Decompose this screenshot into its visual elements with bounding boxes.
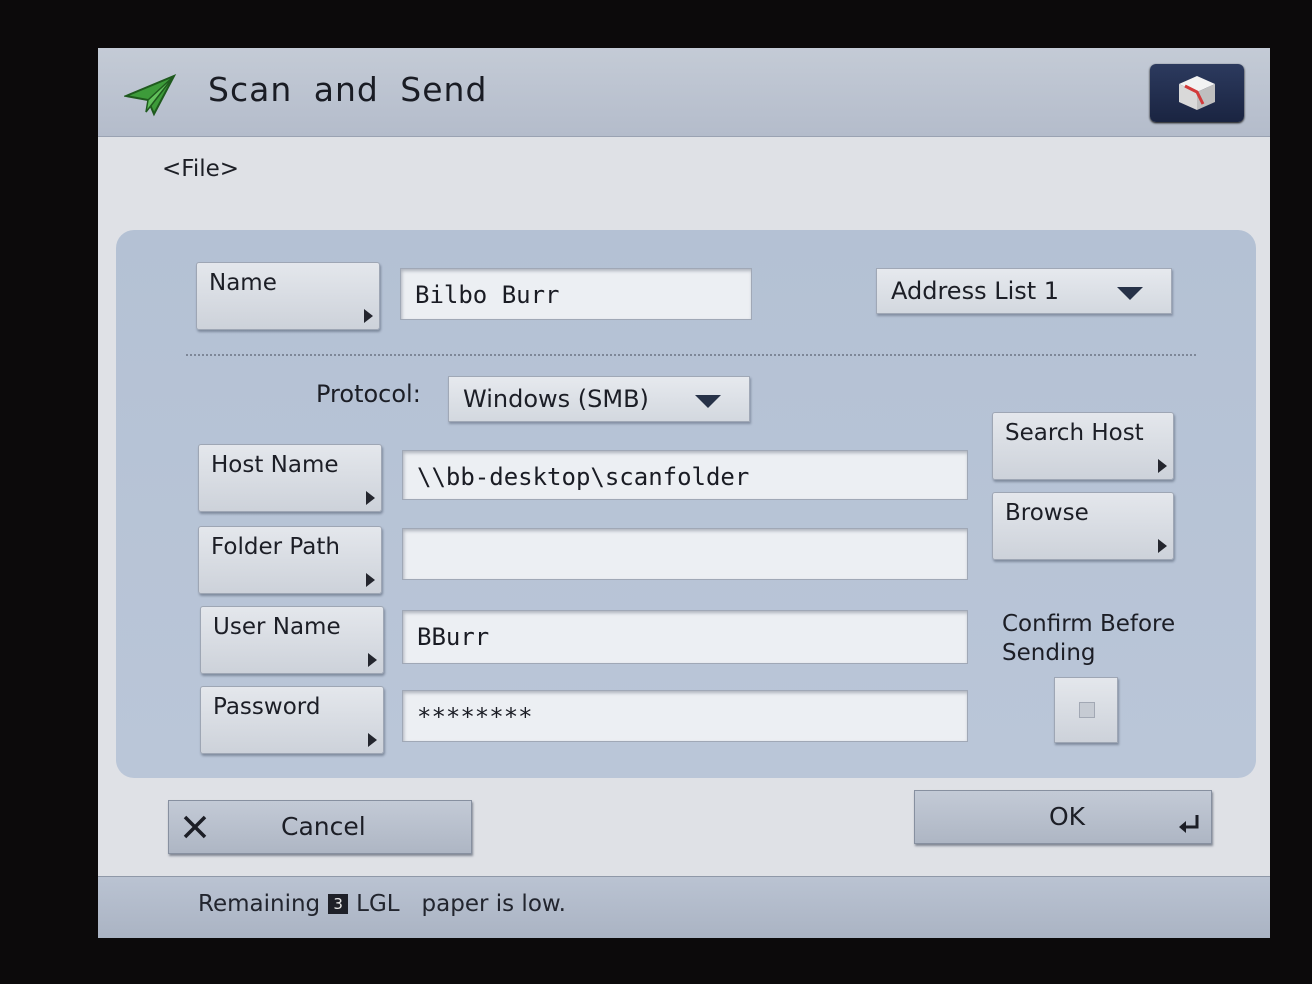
confirm-before-sending-checkbox[interactable] (1054, 677, 1118, 743)
host-name-label: Host Name (211, 452, 339, 478)
status-prefix: Remaining (198, 891, 321, 917)
settings-panel: Name Bilbo Burr Address List 1 Protocol:… (116, 230, 1256, 778)
password-button[interactable]: Password (200, 686, 384, 754)
cube-icon (1179, 76, 1215, 110)
cancel-button[interactable]: Cancel (168, 800, 472, 854)
folder-path-button[interactable]: Folder Path (198, 526, 382, 594)
send-arrow-icon (122, 72, 178, 118)
status-bar: Remaining 3 LGL paper is low. (98, 876, 1270, 938)
divider (186, 354, 1196, 356)
password-field[interactable]: ******** (402, 690, 968, 742)
user-name-button[interactable]: User Name (200, 606, 384, 674)
name-button[interactable]: Name (196, 262, 380, 330)
confirm-label-line2: Sending (1002, 640, 1096, 666)
screen: Scan and Send <File> Name Bilbo Burr Add… (98, 48, 1270, 938)
enter-icon (1179, 815, 1199, 833)
address-list-label: Address List 1 (891, 277, 1060, 305)
protocol-selected: Windows (SMB) (463, 385, 649, 413)
user-name-label: User Name (213, 614, 341, 640)
tray-number-badge: 3 (328, 894, 349, 914)
folder-path-field[interactable] (402, 528, 968, 580)
ok-label: OK (1049, 802, 1086, 831)
chevron-down-icon (695, 395, 721, 408)
arrow-right-icon (364, 309, 373, 323)
name-field[interactable]: Bilbo Burr (400, 268, 752, 320)
protocol-dropdown[interactable]: Windows (SMB) (448, 376, 750, 422)
corner-menu-button[interactable] (1150, 64, 1244, 122)
status-message: Remaining 3 LGL paper is low. (198, 891, 566, 917)
arrow-right-icon (366, 573, 375, 587)
title-bar: Scan and Send (98, 48, 1270, 137)
arrow-right-icon (1158, 459, 1167, 473)
host-name-field[interactable]: \\bb-desktop\scanfolder (402, 450, 968, 500)
password-label: Password (213, 694, 321, 720)
host-name-button[interactable]: Host Name (198, 444, 382, 512)
arrow-right-icon (1158, 539, 1167, 553)
name-button-label: Name (209, 270, 277, 296)
chevron-down-icon (1117, 287, 1143, 300)
close-icon (183, 815, 207, 839)
confirm-before-sending-label: Confirm Before Sending (1002, 610, 1175, 668)
status-paper: LGL (356, 891, 400, 917)
search-host-button[interactable]: Search Host (992, 412, 1174, 480)
page-title: Scan and Send (208, 70, 488, 109)
cancel-label: Cancel (281, 812, 366, 841)
arrow-right-icon (368, 733, 377, 747)
browse-button[interactable]: Browse (992, 492, 1174, 560)
subtitle-file: <File> (162, 156, 240, 182)
folder-path-label: Folder Path (211, 534, 340, 560)
ok-button[interactable]: OK (914, 790, 1212, 844)
protocol-label: Protocol: (316, 380, 421, 408)
confirm-label-line1: Confirm Before (1002, 611, 1176, 637)
checkbox-mark (1079, 702, 1095, 718)
search-host-label: Search Host (1005, 420, 1144, 446)
browse-label: Browse (1005, 500, 1089, 526)
address-list-dropdown[interactable]: Address List 1 (876, 268, 1172, 314)
status-text-message: paper is low. (421, 891, 566, 917)
arrow-right-icon (368, 653, 377, 667)
user-name-field[interactable]: BBurr (402, 610, 968, 664)
arrow-right-icon (366, 491, 375, 505)
